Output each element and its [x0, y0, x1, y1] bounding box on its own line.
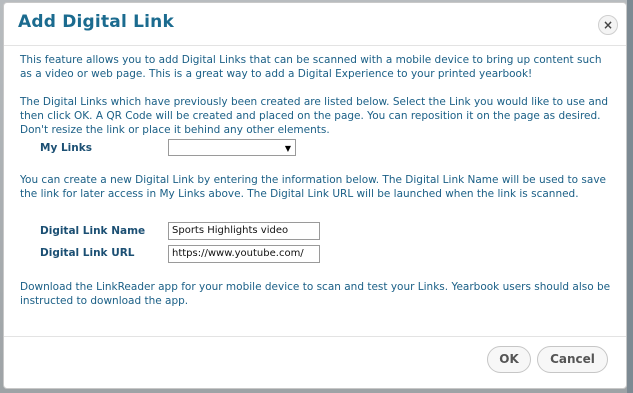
link-url-input[interactable]: https://www.youtube.com/: [168, 245, 320, 263]
link-url-label: Digital Link URL: [40, 247, 135, 259]
create-link-text: You can create a new Digital Link by ent…: [20, 174, 607, 200]
ok-button[interactable]: OK: [487, 346, 531, 373]
close-button[interactable]: ×: [598, 15, 618, 35]
add-digital-link-dialog: Add Digital Link × This feature allows y…: [3, 2, 627, 389]
cancel-button[interactable]: Cancel: [537, 346, 608, 373]
my-links-select[interactable]: ▼: [168, 139, 296, 156]
intro-text: This feature allows you to add Digital L…: [20, 54, 602, 80]
dialog-header: Add Digital Link ×: [4, 3, 626, 46]
my-links-label: My Links: [40, 142, 92, 154]
chevron-down-icon: ▼: [284, 144, 291, 153]
dialog-title: Add Digital Link: [18, 12, 174, 32]
existing-links-text: The Digital Links which have previously …: [20, 96, 609, 136]
close-icon: ×: [602, 18, 614, 32]
background-strip: [627, 0, 633, 393]
link-name-input[interactable]: Sports Highlights video: [168, 222, 320, 240]
footer-divider: [4, 336, 626, 337]
link-name-label: Digital Link Name: [40, 225, 146, 237]
download-app-text: Download the LinkReader app for your mob…: [20, 281, 611, 307]
